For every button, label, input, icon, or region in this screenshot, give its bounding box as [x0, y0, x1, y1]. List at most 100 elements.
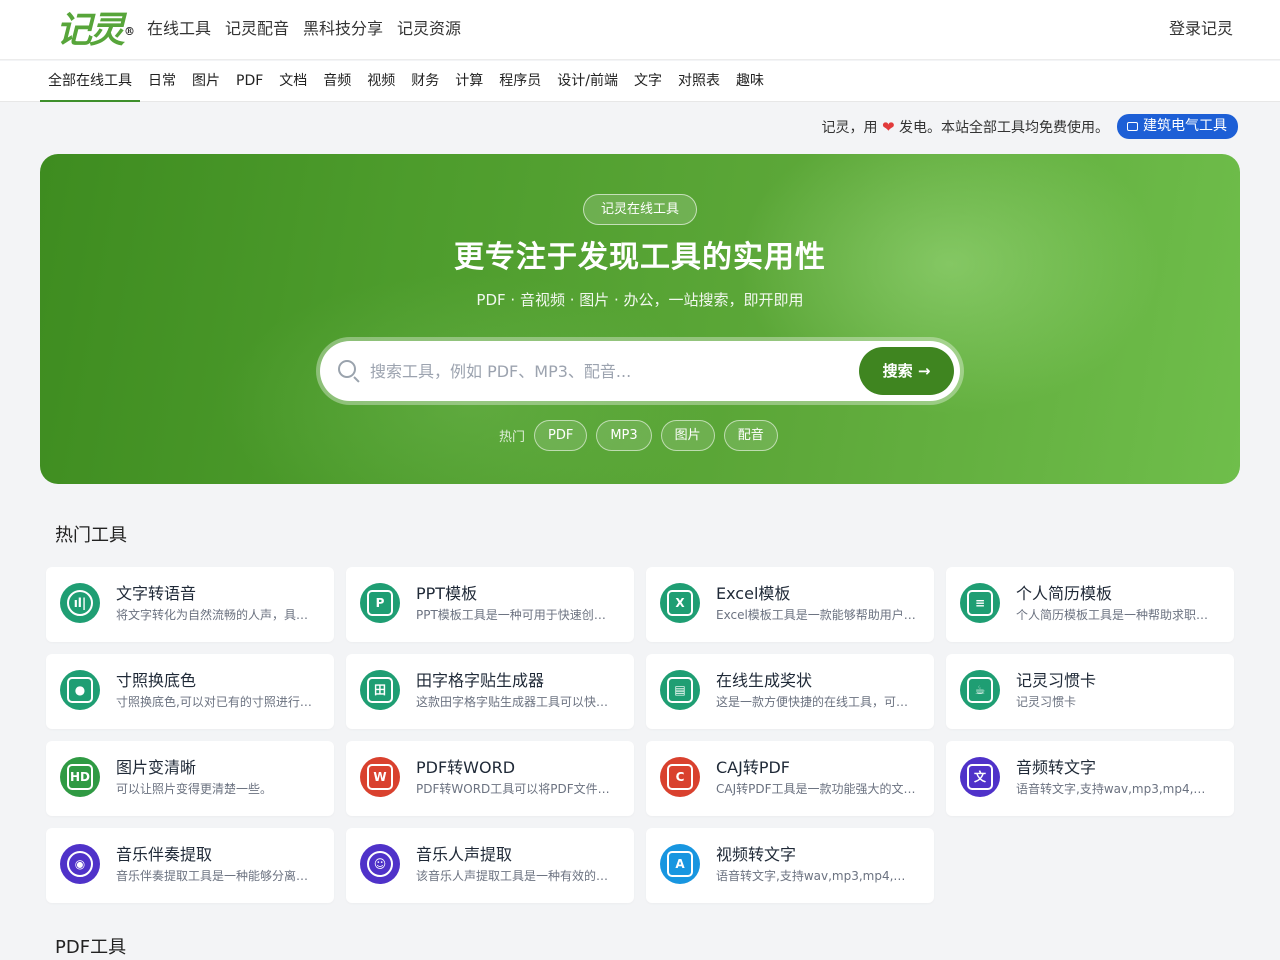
tool-name: 个人简历模板	[1016, 584, 1113, 603]
tool-description: 寸照换底色,可以对已有的寸照进行底色更换	[116, 695, 316, 709]
tool-name: 寸照换底色	[116, 671, 197, 690]
tool-description: PPT模板工具是一种可用于快速创建演示文稿的工具	[416, 608, 616, 622]
category-tab[interactable]: 文字	[626, 61, 670, 102]
tool-name: 音频转文字	[1016, 758, 1097, 777]
category-tab[interactable]: 视频	[359, 61, 403, 102]
icon-glyph: ıl|	[67, 590, 93, 616]
hero-subtitle: PDF · 音视频 · 图片 · 办公，一站搜索，即开即用	[476, 291, 804, 309]
category-tab[interactable]: 文档	[271, 61, 315, 102]
hd-icon: HD	[60, 757, 100, 797]
category-tab[interactable]: PDF	[228, 61, 271, 102]
tool-card[interactable]: ◉ 音乐伴奏提取音乐伴奏提取工具是一种能够分离人声和伴奏的工具	[46, 828, 334, 903]
tool-card[interactable]: A 视频转文字语音转文字,支持wav,mp3,mp4,mov等格式	[646, 828, 934, 903]
hot-tag-mp3[interactable]: MP3	[596, 420, 652, 451]
icon-glyph: ☺	[367, 851, 393, 877]
tool-description: 可以让照片变得更清楚一些。	[116, 782, 273, 796]
caj-icon: C	[660, 757, 700, 797]
tool-name: 音乐伴奏提取	[116, 845, 213, 864]
tool-name: 记灵习惯卡	[1016, 671, 1097, 690]
icon-glyph: X	[667, 590, 693, 616]
tool-description: 这款田字格字贴生成器工具可以快速生成字帖	[416, 695, 616, 709]
icon-glyph: ◉	[67, 851, 93, 877]
search-button[interactable]: 搜索 →	[859, 347, 954, 395]
tool-card[interactable]: 文 音频转文字语音转文字,支持wav,mp3,mp4,mov等格式	[946, 741, 1234, 816]
search-input[interactable]	[370, 355, 840, 387]
tool-card[interactable]: HD 图片变清晰 可以让照片变得更清楚一些。	[46, 741, 334, 816]
tool-description: 该音乐人声提取工具是一种有效的人声分离工具	[416, 869, 616, 883]
tool-card[interactable]: W PDF转WORD PDF转WORD工具可以将PDF文件转换为Word文档	[346, 741, 634, 816]
hero-badge: 记灵在线工具	[583, 194, 697, 225]
tool-name: 音乐人声提取	[416, 845, 513, 864]
tool-name: PPT模板	[416, 584, 478, 603]
category-tab[interactable]: 计算	[447, 61, 491, 102]
notice-text: 记灵，用 ❤ 发电。本站全部工具均免费使用。	[822, 117, 1109, 137]
nav-online-tools[interactable]: 在线工具	[147, 18, 211, 40]
category-bar: 全部在线工具 日常 图片 PDF 文档 音频 视频 财务 计算 程序员 设计/前端 文字 对照表 趣味	[0, 61, 1280, 102]
category-tab[interactable]: 趣味	[728, 61, 772, 102]
search-icon	[338, 360, 356, 378]
registered-mark: ®	[124, 25, 135, 38]
category-tab[interactable]: 日常	[140, 61, 184, 102]
icon-glyph: P	[367, 590, 393, 616]
hero-title: 更专注于发现工具的实用性	[454, 240, 826, 275]
tool-card[interactable]: P PPT模板 PPT模板工具是一种可用于快速创建演示文稿的工具	[346, 567, 634, 642]
nav-tech-share[interactable]: 黑科技分享	[303, 18, 383, 40]
tool-name: CAJ转PDF	[716, 758, 791, 777]
hot-tag-dubbing[interactable]: 配音	[723, 420, 778, 451]
icon-glyph: 文	[967, 764, 993, 790]
icon-glyph: ●	[67, 677, 93, 703]
icon-glyph: A	[667, 851, 693, 877]
nav-resources[interactable]: 记灵资源	[397, 18, 461, 40]
tool-card[interactable]: ıl| 文字转语音将文字转化为自然流畅的人声，具有多种音色可选	[46, 567, 334, 642]
category-tab[interactable]: 程序员	[491, 61, 549, 102]
icon-glyph: ☕	[967, 677, 993, 703]
tool-card[interactable]: ☕ 记灵习惯卡 记灵习惯卡	[946, 654, 1234, 729]
ppt-icon: P	[360, 583, 400, 623]
category-tab[interactable]: 图片	[184, 61, 228, 102]
category-tab[interactable]: 设计/前端	[549, 61, 626, 102]
notice-text-after: 发电。本站全部工具均免费使用。	[899, 119, 1109, 136]
grid-icon: 田	[360, 670, 400, 710]
tool-description: PDF转WORD工具可以将PDF文件转换为Word文档	[416, 782, 616, 796]
login-link[interactable]: 登录记灵	[1169, 18, 1233, 40]
tool-card[interactable]: C CAJ转PDF CAJ转PDF工具是一款功能强大的文档转换工具	[646, 741, 934, 816]
excel-icon: X	[660, 583, 700, 623]
portrait-icon: ●	[60, 670, 100, 710]
category-tabs: 全部在线工具 日常 图片 PDF 文档 音频 视频 财务 计算 程序员 设计/前端 文字 对照表 趣味	[40, 61, 772, 102]
tool-card[interactable]: ≡ 个人简历模板个人简历模板工具是一种帮助求职者快速制作简历的工具	[946, 567, 1234, 642]
hot-tools-title: 热门工具	[55, 525, 127, 546]
hot-tag-image[interactable]: 图片	[660, 420, 715, 451]
tool-name: Excel模板	[716, 584, 791, 603]
hot-tag-pdf[interactable]: PDF	[534, 420, 588, 451]
tool-description: 音乐伴奏提取工具是一种能够分离人声和伴奏的工具	[116, 869, 316, 883]
category-tab[interactable]: 全部在线工具	[40, 61, 140, 102]
notice-text-before: 记灵，用	[821, 119, 878, 136]
category-tab[interactable]: 音频	[315, 61, 359, 102]
icon-glyph: ▤	[667, 677, 693, 703]
tool-card[interactable]: 田 田字格字贴生成器这款田字格字贴生成器工具可以快速生成字帖	[346, 654, 634, 729]
site-logo[interactable]: 记灵 ®	[56, 9, 135, 51]
tool-card[interactable]: ☺ 音乐人声提取该音乐人声提取工具是一种有效的人声分离工具	[346, 828, 634, 903]
tool-card[interactable]: ▤ 在线生成奖状这是一款方便快捷的在线工具，可以快速生成奖状	[646, 654, 934, 729]
tool-card[interactable]: ● 寸照换底色寸照换底色,可以对已有的寸照进行底色更换	[46, 654, 334, 729]
hero-banner: 记灵在线工具 更专注于发现工具的实用性 PDF · 音视频 · 图片 · 办公，…	[40, 154, 1240, 484]
nav-dubbing[interactable]: 记灵配音	[225, 18, 289, 40]
tool-description: Excel模板工具是一款能够帮助用户快速制作表格的工具	[716, 608, 916, 622]
hot-searches: 热门 PDF MP3 图片 配音	[499, 420, 778, 451]
video-text-icon: A	[660, 844, 700, 884]
main-nav: 在线工具 记灵配音 黑科技分享 记灵资源	[147, 18, 461, 40]
icon-glyph: W	[367, 764, 393, 790]
resume-icon: ≡	[960, 583, 1000, 623]
tool-description: 这是一款方便快捷的在线工具，可以快速生成奖状	[716, 695, 916, 709]
tool-description: CAJ转PDF工具是一款功能强大的文档转换工具	[716, 782, 916, 796]
heart-icon: ❤	[881, 117, 895, 136]
logo-text: 记灵	[56, 9, 125, 51]
category-tab[interactable]: 财务	[403, 61, 447, 102]
electrical-tools-button[interactable]: 建筑电气工具	[1117, 114, 1238, 139]
certificate-icon: ▤	[660, 670, 700, 710]
audio-wave-icon: ıl|	[60, 583, 100, 623]
music-disc-icon: ◉	[60, 844, 100, 884]
tool-description: 将文字转化为自然流畅的人声，具有多种音色可选	[116, 608, 316, 622]
category-tab[interactable]: 对照表	[670, 61, 728, 102]
tool-card[interactable]: X Excel模板 Excel模板工具是一款能够帮助用户快速制作表格的工具	[646, 567, 934, 642]
